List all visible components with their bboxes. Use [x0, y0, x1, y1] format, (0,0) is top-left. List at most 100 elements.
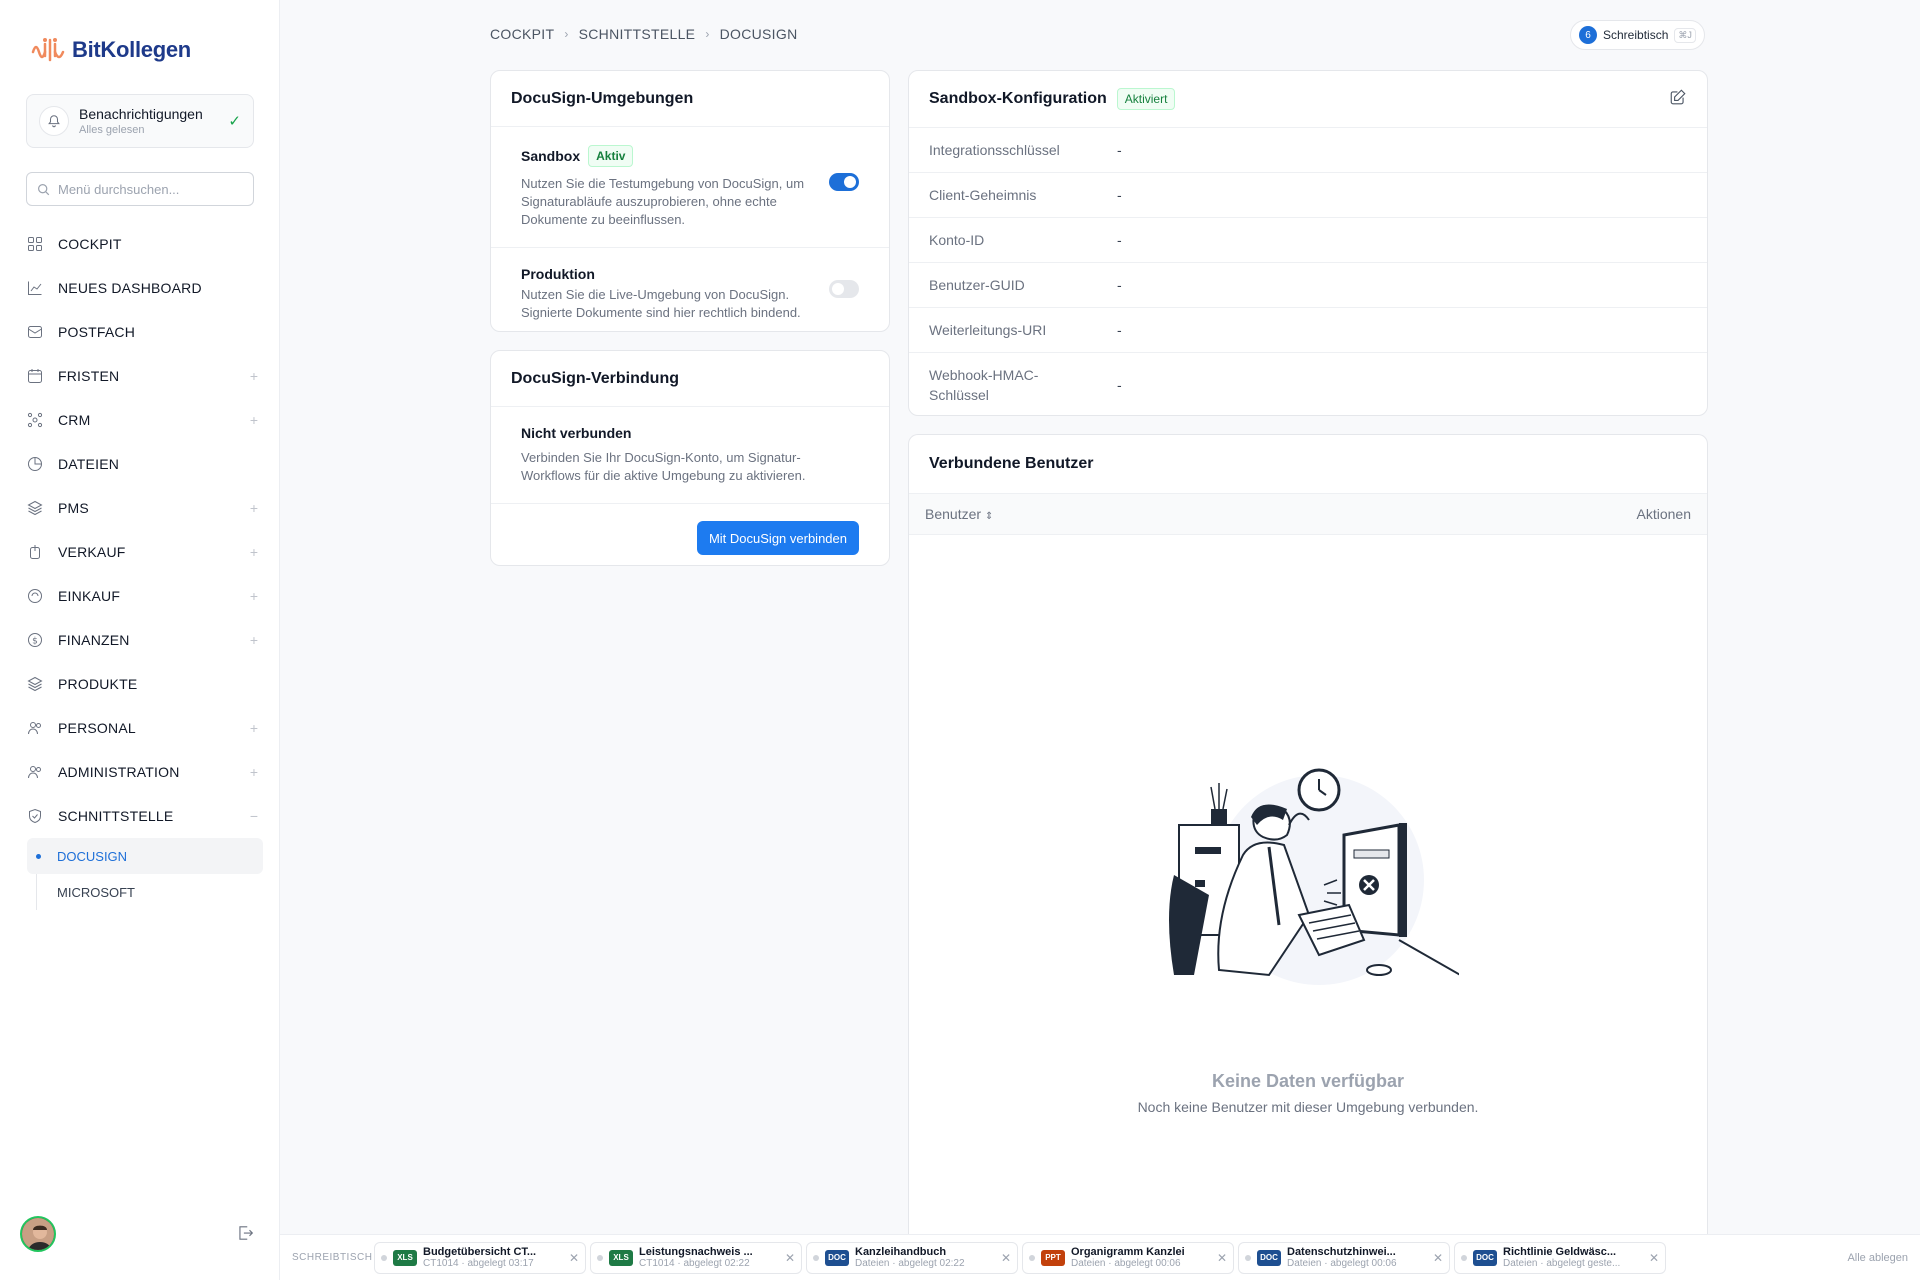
grid-icon — [26, 235, 44, 253]
breadcrumb-item[interactable]: COCKPIT — [490, 26, 554, 42]
breadcrumb-item: DOCUSIGN — [719, 26, 798, 42]
ppt-file-icon: PPT — [1041, 1249, 1065, 1266]
cart-icon — [26, 587, 44, 605]
nav-item-administration[interactable]: ADMINISTRATION + — [26, 750, 266, 794]
config-key: Client-Geheimnis — [929, 187, 1037, 203]
connected-users-card: Verbundene Benutzer Benutzer ⇕ Aktionen — [908, 434, 1708, 1234]
tray-item-meta: CT1014 · abgelegt 03:17 — [423, 1258, 534, 1269]
tray-item[interactable]: XLS Leistungsnachweis ... CT1014 · abgele… — [590, 1241, 802, 1274]
close-icon[interactable]: ✕ — [569, 1251, 579, 1265]
xls-file-icon: XLS — [393, 1249, 417, 1266]
connection-footer: Mit DocuSign verbinden — [491, 504, 889, 572]
sub-nav-schnittstelle: DOCUSIGN MICROSOFT — [27, 838, 266, 910]
shield-icon — [26, 807, 44, 825]
search-input[interactable] — [58, 181, 238, 197]
edit-icon[interactable] — [1669, 88, 1687, 111]
drag-handle-icon[interactable] — [597, 1254, 603, 1261]
tray-item[interactable]: XLS Budgetübersicht CT... CT1014 · abgele… — [374, 1241, 586, 1274]
tray-item[interactable]: DOC Datenschutzhinwei... Dateien · abgele… — [1238, 1241, 1450, 1274]
plus-icon[interactable]: + — [248, 588, 260, 604]
desk-button[interactable]: 6 Schreibtisch ⌘J — [1570, 20, 1705, 50]
drag-handle-icon[interactable] — [1245, 1254, 1251, 1261]
sub-nav-item-microsoft[interactable]: MICROSOFT — [37, 874, 266, 910]
clear-all-link[interactable]: Alle ablegen — [1847, 1252, 1908, 1264]
inbox-icon — [26, 323, 44, 341]
admin-icon — [26, 763, 44, 781]
connection-status-block: Nicht verbunden Verbinden Sie Ihr DocuSi… — [491, 407, 889, 504]
tray-label: SCHREIBTISCH — [292, 1252, 373, 1263]
plus-icon[interactable]: + — [248, 632, 260, 648]
nav-item-postfach[interactable]: POSTFACH — [26, 310, 266, 354]
nav-item-dateien[interactable]: DATEIEN — [26, 442, 266, 486]
config-row: Integrationsschlüssel - — [909, 127, 1707, 172]
drag-handle-icon[interactable] — [1029, 1254, 1035, 1261]
column-header-user[interactable]: Benutzer ⇕ — [925, 506, 993, 522]
nav-item-finanzen[interactable]: $ FINANZEN + — [26, 618, 266, 662]
nav-item-label: FRISTEN — [58, 368, 120, 384]
tray-item-name: Datenschutzhinwei... — [1287, 1246, 1396, 1258]
nav-item-einkauf[interactable]: EINKAUF + — [26, 574, 266, 618]
nav-item-fristen[interactable]: FRISTEN + — [26, 354, 266, 398]
nav-item-label: PERSONAL — [58, 720, 136, 736]
nav-item-cockpit[interactable]: COCKPIT — [26, 222, 266, 266]
nav-item-label: POSTFACH — [58, 324, 136, 340]
nav-item-crm[interactable]: CRM + — [26, 398, 266, 442]
logout-icon[interactable] — [236, 1224, 254, 1247]
tray-item[interactable]: PPT Organigramm Kanzlei Dateien · abgeleg… — [1022, 1241, 1234, 1274]
plus-icon[interactable]: + — [248, 544, 260, 560]
user-avatar[interactable] — [20, 1216, 56, 1252]
chart-line-icon — [26, 279, 44, 297]
close-icon[interactable]: ✕ — [1001, 1251, 1011, 1265]
column-label: Benutzer — [925, 506, 982, 522]
users-table-header: Benutzer ⇕ Aktionen — [909, 493, 1707, 535]
plus-icon[interactable]: + — [248, 368, 260, 384]
users-title: Verbundene Benutzer — [929, 455, 1094, 472]
brand-logo[interactable]: BitKollegen — [30, 34, 191, 66]
breadcrumb: COCKPIT › SCHNITTSTELLE › DOCUSIGN — [490, 26, 797, 42]
close-icon[interactable]: ✕ — [1217, 1251, 1227, 1265]
layers-icon — [26, 499, 44, 517]
sandbox-toggle[interactable] — [829, 173, 859, 191]
minus-icon[interactable]: − — [248, 808, 260, 824]
users-header: Verbundene Benutzer — [909, 435, 1707, 493]
xls-file-icon: XLS — [609, 1249, 633, 1266]
tray-item-meta: Dateien · abgelegt 02:22 — [855, 1258, 965, 1269]
nav-item-label: ADMINISTRATION — [58, 764, 180, 780]
plus-icon[interactable]: + — [248, 500, 260, 516]
bell-icon — [39, 106, 69, 136]
connect-docusign-button[interactable]: Mit DocuSign verbinden — [696, 521, 859, 555]
config-value: - — [1117, 322, 1122, 338]
produktion-toggle[interactable] — [829, 280, 859, 298]
nav-item-produkte[interactable]: PRODUKTE — [26, 662, 266, 706]
drag-handle-icon[interactable] — [1461, 1254, 1467, 1261]
config-row: Webhook-HMAC-Schlüssel - — [909, 352, 1707, 416]
tray-item[interactable]: DOC Kanzleihandbuch Dateien · abgelegt 02… — [806, 1241, 1018, 1274]
check-icon: ✓ — [228, 113, 241, 130]
drag-handle-icon[interactable] — [381, 1254, 387, 1261]
menu-search[interactable] — [26, 172, 254, 206]
plus-icon[interactable]: + — [248, 764, 260, 780]
sub-nav-item-docusign[interactable]: DOCUSIGN — [27, 838, 263, 874]
nav-item-label: SCHNITTSTELLE — [58, 808, 174, 824]
config-row: Benutzer-GUID - — [909, 262, 1707, 307]
nav-item-label: PRODUKTE — [58, 676, 138, 692]
nav-item-pms[interactable]: PMS + — [26, 486, 266, 530]
breadcrumb-item[interactable]: SCHNITTSTELLE — [579, 26, 696, 42]
nav-item-personal[interactable]: PERSONAL + — [26, 706, 266, 750]
close-icon[interactable]: ✕ — [1433, 1251, 1443, 1265]
connection-description: Verbinden Sie Ihr DocuSign-Konto, um Sig… — [521, 450, 806, 483]
config-value: - — [1117, 142, 1122, 158]
tray-item[interactable]: DOC Richtlinie Geldwäsc... Dateien · abge… — [1454, 1241, 1666, 1274]
plus-icon[interactable]: + — [248, 720, 260, 736]
tray-item-meta: CT1014 · abgelegt 02:22 — [639, 1258, 750, 1269]
nav-item-neues-dashboard[interactable]: NEUES DASHBOARD — [26, 266, 266, 310]
nav-item-verkauf[interactable]: VERKAUF + — [26, 530, 266, 574]
config-key: Benutzer-GUID — [929, 277, 1025, 293]
close-icon[interactable]: ✕ — [785, 1251, 795, 1265]
close-icon[interactable]: ✕ — [1649, 1251, 1659, 1265]
drag-handle-icon[interactable] — [813, 1254, 819, 1261]
nav-item-schnittstelle[interactable]: SCHNITTSTELLE − — [26, 794, 266, 838]
desk-tray: SCHREIBTISCH XLS Budgetübersicht CT... CT… — [280, 1234, 1920, 1280]
notifications-panel[interactable]: Benachrichtigungen Alles gelesen ✓ — [26, 94, 254, 148]
plus-icon[interactable]: + — [248, 412, 260, 428]
